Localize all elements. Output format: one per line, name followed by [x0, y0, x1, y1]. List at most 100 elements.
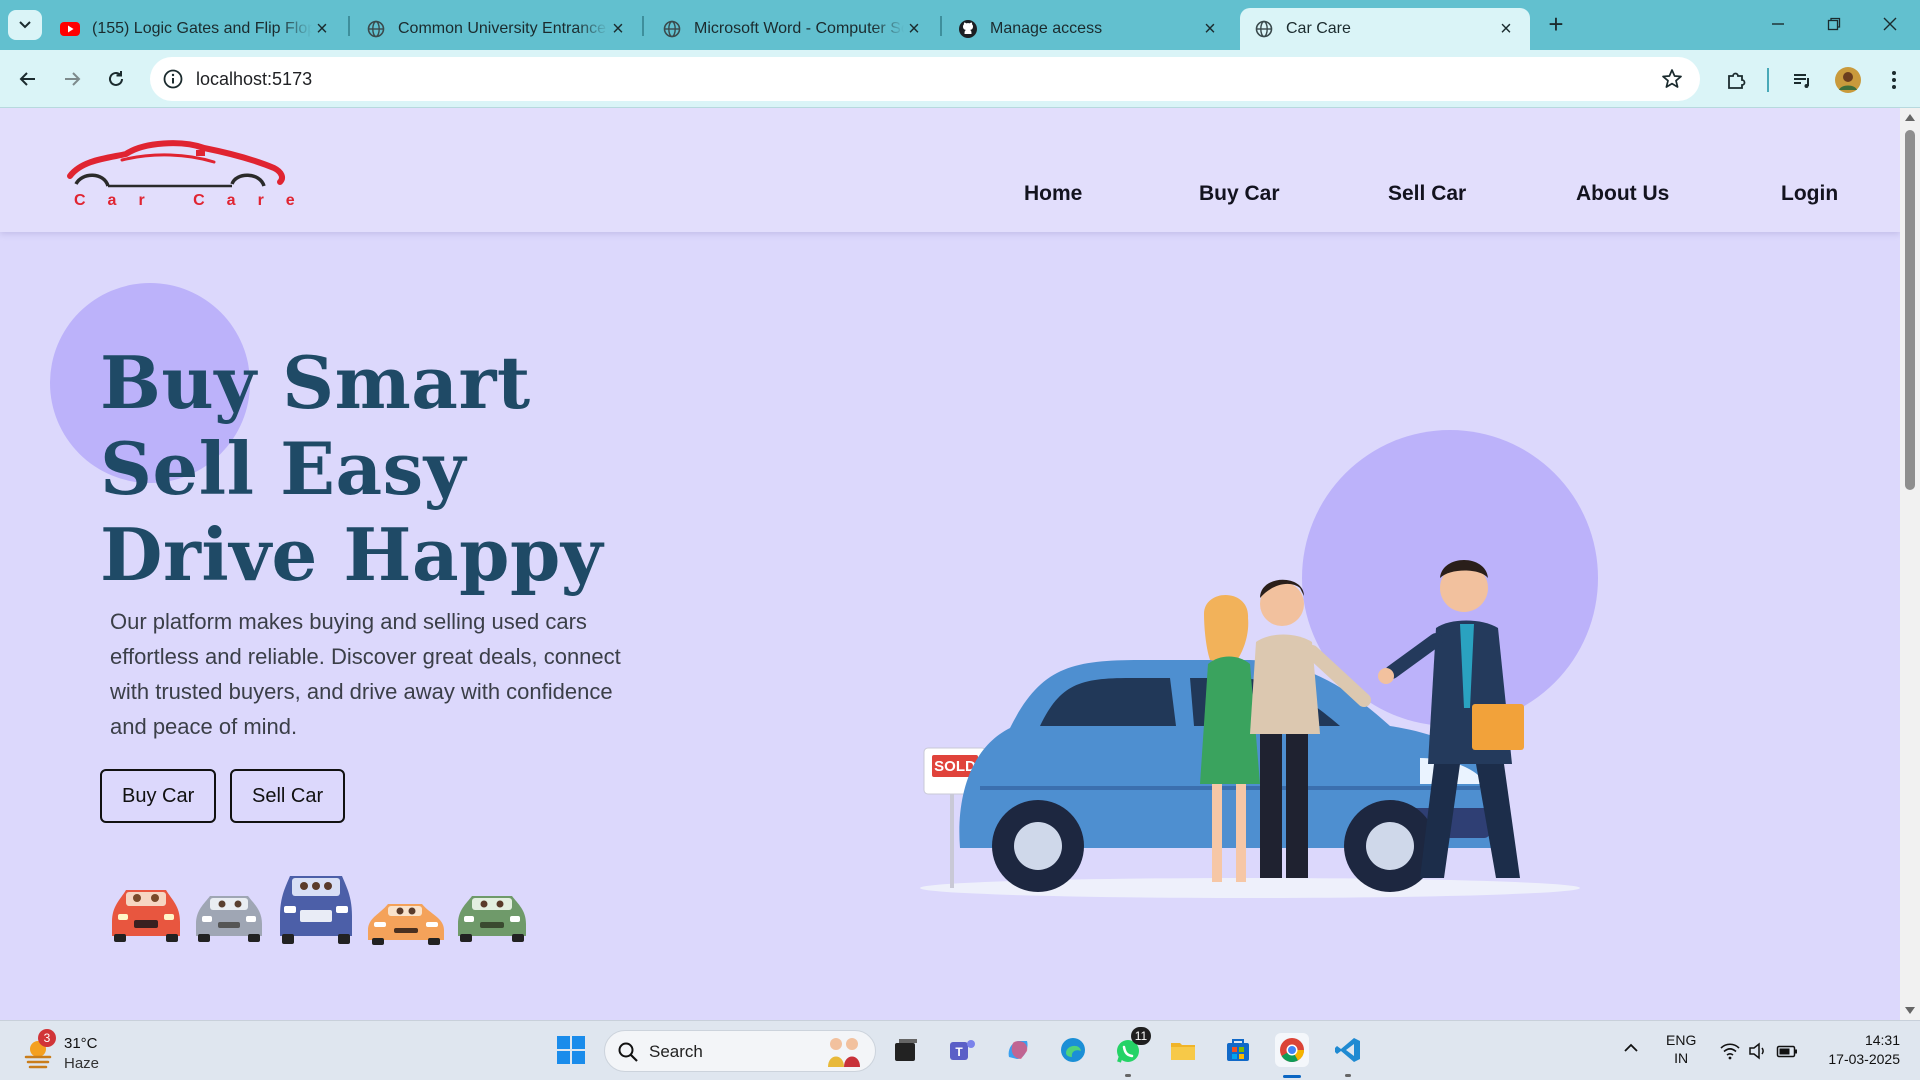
language-code: ENG — [1666, 1032, 1697, 1048]
close-tab-icon[interactable]: × — [904, 18, 924, 41]
tab-car-care[interactable]: Car Care × — [1240, 8, 1530, 50]
hero-title-line: Drive Happy — [100, 512, 604, 597]
site-info-icon[interactable] — [162, 68, 184, 90]
language-indicator[interactable]: ENG IN — [1666, 1031, 1696, 1067]
media-controls-button[interactable] — [1786, 64, 1818, 96]
buy-car-button[interactable]: Buy Car — [100, 769, 217, 823]
car-sale-illustration: SOLD — [920, 430, 1598, 898]
tab-youtube[interactable]: (155) Logic Gates and Flip Flops × — [46, 8, 346, 50]
show-hidden-icons-button[interactable] — [1622, 1039, 1646, 1063]
address-bar[interactable]: localhost:5173 — [150, 57, 1700, 101]
chrome-app-button[interactable] — [1275, 1033, 1309, 1067]
page-viewport: Car Care Home Buy Car Sell Car About Us … — [0, 108, 1900, 1020]
start-button[interactable] — [554, 1033, 588, 1067]
nav-buy-car-link[interactable]: Buy Car — [1199, 182, 1280, 206]
network-volume-battery-button[interactable] — [1720, 1039, 1800, 1063]
reload-button[interactable] — [98, 62, 134, 96]
red-car-icon — [112, 890, 180, 942]
region-code: IN — [1674, 1050, 1689, 1066]
edge-app-button[interactable] — [1056, 1033, 1090, 1067]
running-indicator — [1125, 1074, 1131, 1077]
file-explorer-button[interactable] — [1166, 1033, 1200, 1067]
system-clock[interactable]: 14:31 17-03-2025 — [1828, 1031, 1900, 1069]
copilot-icon — [1008, 1041, 1028, 1059]
volume-icon — [1749, 1042, 1764, 1060]
browser-tab-bar: (155) Logic Gates and Flip Flops × Commo… — [0, 0, 1920, 50]
scrollbar-thumb[interactable] — [1905, 130, 1915, 490]
browser-menu-button[interactable] — [1878, 64, 1910, 96]
search-icon — [618, 1042, 638, 1062]
hero-title-line: Buy Smart — [100, 340, 531, 425]
clock-date: 17-03-2025 — [1828, 1051, 1900, 1067]
system-tray: ENG IN 14:31 17-03-2025 — [1610, 1021, 1920, 1080]
nav-home-link[interactable]: Home — [1024, 182, 1082, 206]
close-tab-icon[interactable]: × — [312, 18, 332, 41]
weather-widget[interactable]: 3 31°C Haze — [20, 1027, 160, 1075]
tab-github[interactable]: Manage access × — [944, 8, 1234, 50]
forward-button[interactable] — [54, 62, 90, 96]
new-tab-button[interactable]: + — [1540, 10, 1572, 40]
tab-title: Microsoft Word - Computer Science — [694, 20, 904, 37]
edge-icon — [1061, 1038, 1085, 1062]
tab-cuet[interactable]: Common University Entrance Test × — [352, 8, 642, 50]
wifi-icon — [1720, 1043, 1740, 1060]
sell-car-button[interactable]: Sell Car — [230, 769, 346, 823]
nav-login-link[interactable]: Login — [1781, 182, 1838, 206]
close-window-button[interactable] — [1862, 8, 1918, 40]
tab-divider — [348, 16, 350, 36]
scroll-down-icon[interactable] — [1905, 1007, 1915, 1014]
kebab-menu-icon — [1892, 71, 1896, 89]
active-app-indicator — [1283, 1075, 1301, 1078]
teams-icon: T — [950, 1040, 975, 1060]
tab-title: Car Care — [1286, 20, 1351, 37]
chrome-icon — [1280, 1038, 1304, 1063]
chevron-up-icon — [1624, 1043, 1638, 1052]
close-tab-icon[interactable]: × — [1200, 18, 1220, 41]
restore-icon — [1827, 17, 1841, 31]
scroll-up-icon[interactable] — [1905, 114, 1915, 121]
whatsapp-app-button[interactable]: 11 — [1111, 1027, 1151, 1067]
tab-title: (155) Logic Gates and Flip Flops — [92, 20, 312, 37]
tab-word[interactable]: Microsoft Word - Computer Science × — [648, 8, 938, 50]
sold-sign-text: SOLD — [934, 758, 976, 775]
bookmark-star-icon[interactable] — [1660, 67, 1684, 91]
store-icon — [1227, 1039, 1249, 1061]
teams-app-button[interactable]: T — [945, 1033, 979, 1067]
hero-description: Our platform makes buying and selling us… — [110, 609, 621, 739]
forward-arrow-icon — [65, 72, 81, 86]
minimize-button[interactable] — [1750, 8, 1806, 40]
hero-title: Buy Smart Sell Easy Drive Happy — [100, 340, 603, 598]
gray-car-icon — [196, 896, 262, 942]
green-car-icon — [458, 896, 526, 942]
copilot-app-button[interactable] — [1001, 1033, 1035, 1067]
reload-icon — [109, 71, 123, 86]
weather-temperature: 31°C — [64, 1035, 98, 1052]
logo-text: Car Care — [74, 192, 317, 209]
taskbar-search-box[interactable]: Search — [604, 1030, 876, 1072]
tab-divider — [940, 16, 942, 36]
restore-button[interactable] — [1806, 8, 1862, 40]
blue-suv-icon — [280, 876, 352, 944]
tab-title: Common University Entrance Test — [398, 20, 608, 37]
nav-sell-car-link[interactable]: Sell Car — [1388, 182, 1466, 206]
playlist-icon — [1794, 74, 1809, 88]
vscode-app-button[interactable] — [1331, 1033, 1365, 1067]
nav-about-us-link[interactable]: About Us — [1576, 182, 1669, 206]
running-indicator — [1345, 1074, 1351, 1077]
back-button[interactable] — [10, 62, 46, 96]
tab-search-button[interactable] — [8, 10, 42, 40]
battery-icon — [1776, 1045, 1797, 1058]
hero-title-line: Sell Easy — [100, 426, 466, 511]
avatar — [1835, 67, 1861, 93]
github-icon — [958, 19, 978, 39]
store-app-button[interactable] — [1221, 1033, 1255, 1067]
vscode-icon — [1335, 1038, 1360, 1062]
extensions-button[interactable] — [1720, 64, 1752, 96]
profile-button[interactable] — [1832, 64, 1864, 96]
task-view-button[interactable] — [889, 1033, 923, 1067]
page-scrollbar[interactable] — [1900, 108, 1920, 1020]
car-care-logo[interactable]: Car Care — [64, 132, 295, 218]
tab-title: Manage access — [990, 20, 1103, 37]
close-tab-icon[interactable]: × — [608, 18, 628, 41]
close-tab-icon[interactable]: × — [1496, 18, 1516, 41]
